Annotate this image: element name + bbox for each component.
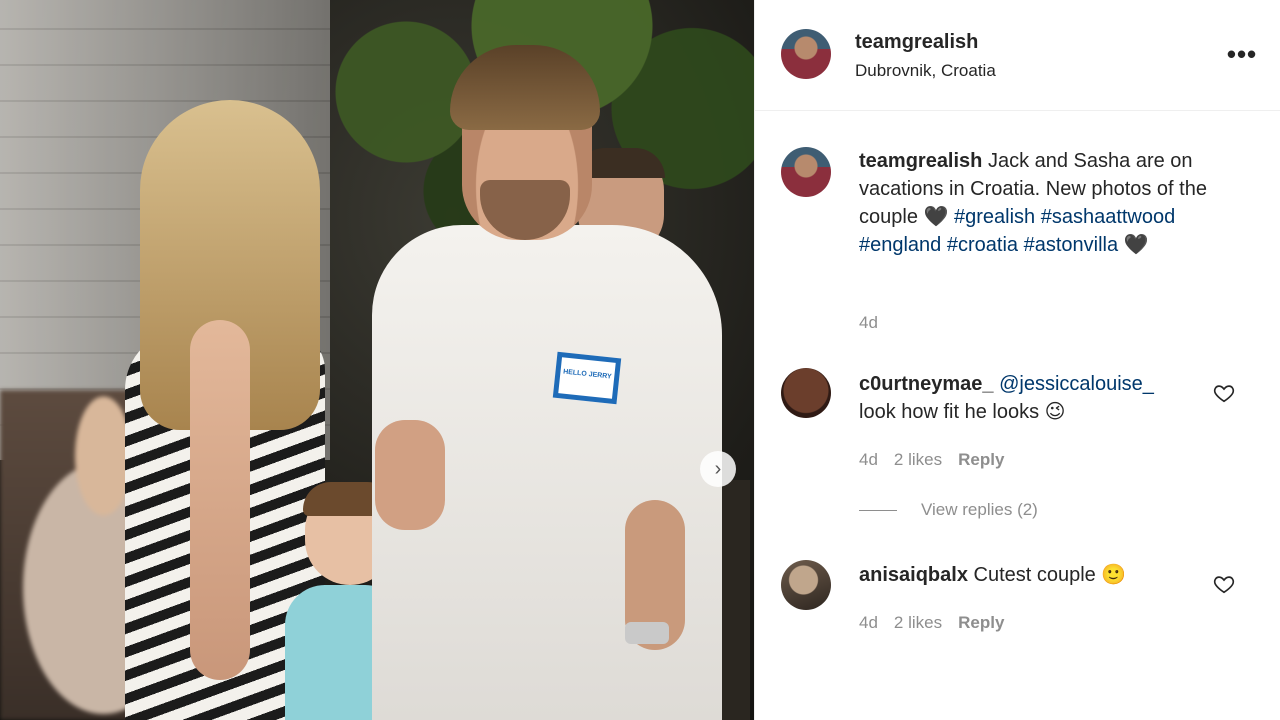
hashtag-link[interactable]: #sashaattwood [1041,206,1176,228]
comment-body: look how fit he looks 😉 [859,401,1066,423]
commenter-avatar[interactable] [781,560,831,610]
comment-likes[interactable]: 2 likes [894,450,942,470]
comment-meta: 4d 2 likes Reply [859,613,1004,633]
chevron-right-icon: › [714,458,722,480]
view-replies-label: View replies (2) [921,500,1038,519]
post-header: teamgrealish Dubrovnik, Croatia ••• [755,0,1280,111]
post-side-panel: teamgrealish Dubrovnik, Croatia ••• team… [754,0,1280,720]
hashtag-link[interactable]: #england [859,234,941,256]
reply-button[interactable]: Reply [958,613,1004,633]
black-heart-icon: 🖤 [1123,234,1149,256]
view-replies-button[interactable]: View replies (2) [859,500,1038,520]
hashtag-link[interactable]: #astonvilla [1024,234,1119,256]
hashtag-link[interactable]: #grealish [954,206,1035,228]
heart-outline-icon[interactable] [1213,382,1235,404]
comment-timestamp[interactable]: 4d [859,613,878,633]
caption-timestamp[interactable]: 4d [859,313,878,333]
woman-arm [190,320,250,680]
comment-text: anisaiqbalx Cutest couple 🙂 [859,561,1209,589]
comment-timestamp[interactable]: 4d [859,450,878,470]
man-arm-left [375,420,445,530]
post-location[interactable]: Dubrovnik, Croatia [855,61,996,81]
comment-username[interactable]: anisaiqbalx [859,564,968,586]
author-avatar[interactable] [781,29,831,79]
divider-line [859,509,897,511]
name-tag-sticker: HELLO JERRY [552,351,622,405]
next-photo-button[interactable]: › [700,451,736,487]
author-username[interactable]: teamgrealish [855,31,978,54]
commenter-avatar[interactable] [781,368,831,418]
heart-outline-icon[interactable] [1213,573,1235,595]
black-heart-icon: 🖤 [923,206,949,228]
comment-body: Cutest couple 🙂 [973,564,1127,586]
caption-avatar[interactable] [781,147,831,197]
wrist-watch [625,622,669,644]
post-photo[interactable]: HELLO JERRY › [0,0,754,720]
comment-mention[interactable]: @jessiccalouise_ [999,373,1154,395]
comment-meta: 4d 2 likes Reply [859,450,1004,470]
hashtag-link[interactable]: #croatia [947,234,1018,256]
post-caption: teamgrealish Jack and Sasha are on vacat… [859,147,1219,259]
reply-button[interactable]: Reply [958,450,1004,470]
comment-text: c0urtneymae_ @jessiccalouise_ look how f… [859,370,1209,426]
more-options-icon[interactable]: ••• [1225,41,1259,67]
comment-likes[interactable]: 2 likes [894,613,942,633]
comment-username[interactable]: c0urtneymae_ [859,373,994,395]
caption-username[interactable]: teamgrealish [859,150,982,172]
